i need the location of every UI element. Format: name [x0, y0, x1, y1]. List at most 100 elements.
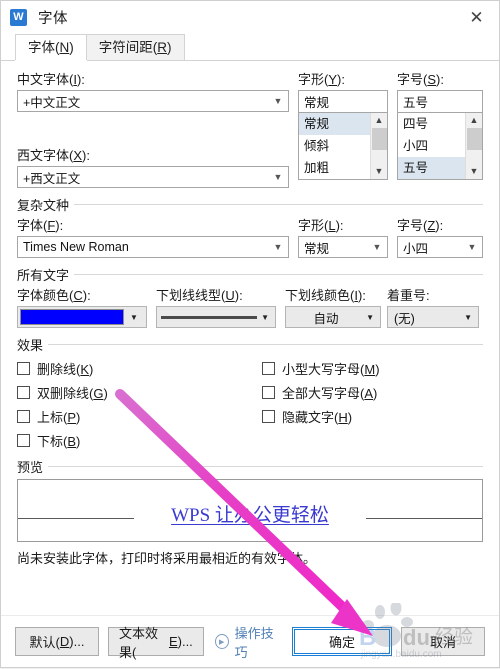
all-text-group-header: 所有文字 — [17, 267, 483, 283]
font-dialog: W 字体 ✕ 字体(N) 字符间距(R) 中文字体(I): +中文正文 ▼ 西文… — [0, 0, 500, 668]
scrollbar-thumb[interactable] — [371, 128, 387, 150]
font-color-label: 字体颜色(C): — [17, 288, 91, 303]
checkbox-box[interactable] — [17, 385, 30, 399]
checkbox-label: 全部大写字母(A) — [282, 385, 378, 401]
underline-color-value: 自动 — [313, 311, 339, 326]
scrollbar[interactable]: ▲ ▼ — [465, 113, 482, 179]
dialog-footer: 默认(D)... 文本效果(E)... ▶ 操作技巧 确定 取消 — [1, 615, 499, 667]
chevron-down-icon: ▼ — [273, 242, 283, 252]
font-color-button[interactable]: ▼ — [17, 306, 147, 328]
font-style-listbox[interactable]: 常规 倾斜 加粗 ▲ ▼ — [298, 112, 388, 180]
checkbox-box[interactable] — [17, 361, 30, 375]
chevron-down-icon: ▼ — [261, 312, 269, 322]
complex-size-combobox[interactable]: 小四 ▼ — [397, 236, 483, 258]
font-style-input[interactable]: 常规 — [298, 90, 388, 112]
chevron-down-icon: ▼ — [372, 242, 382, 252]
all-text-row: 字体颜色(C): ▼ 下划线线型(U): ▼ 下划线颜色(I): 自动 ▼ 着重… — [17, 288, 483, 328]
footer-actions: 确定 取消 — [292, 627, 485, 656]
emphasis-mark-label: 着重号: — [387, 288, 430, 303]
all-text-group: 所有文字 字体颜色(C): ▼ 下划线线型(U): ▼ 下划线颜色(I): 自动… — [17, 267, 483, 328]
checkbox-box[interactable] — [262, 361, 275, 375]
font-size-value: 五号 — [403, 96, 429, 110]
checkbox-small-caps[interactable]: 小型大写字母(M) — [262, 356, 472, 380]
preview-group: 预览 WPS 让办公更轻松 尚未安装此字体，打印时将采用最相近的有效字体。 — [17, 459, 483, 567]
complex-style-value: 常规 — [304, 241, 330, 256]
scrollbar[interactable]: ▲ ▼ — [370, 113, 387, 179]
font-not-installed-note: 尚未安装此字体，打印时将采用最相近的有效字体。 — [17, 551, 317, 566]
divider — [74, 274, 483, 275]
checkbox-label: 下标(B) — [37, 433, 81, 449]
emphasis-mark-combobox[interactable]: (无) ▼ — [387, 306, 479, 328]
preview-group-label: 预览 — [17, 460, 44, 475]
checkbox-double-strikethrough[interactable]: 双删除线(G) — [17, 380, 262, 404]
checkbox-superscript[interactable]: 上标(P) — [17, 404, 262, 428]
close-icon[interactable]: ✕ — [454, 1, 499, 34]
chevron-down-icon: ▼ — [464, 312, 472, 322]
text-effects-button[interactable]: 文本效果(E)... — [108, 626, 204, 660]
complex-font-combobox[interactable]: Times New Roman ▼ — [17, 236, 289, 258]
scroll-down-icon[interactable]: ▼ — [375, 164, 384, 179]
chevron-down-icon: ▼ — [467, 242, 477, 252]
checkbox-strikethrough[interactable]: 删除线(K) — [17, 356, 262, 380]
chinese-font-combobox[interactable]: +中文正文 ▼ — [17, 90, 289, 112]
effects-row: 删除线(K) 双删除线(G) 上标(P) 下标(B) 小型大写字母(M) 全部大… — [17, 356, 483, 452]
checkbox-subscript[interactable]: 下标(B) — [17, 428, 262, 452]
tab-character-spacing[interactable]: 字符间距(R) — [85, 34, 185, 60]
ok-button[interactable]: 确定 — [292, 627, 392, 656]
underline-sample — [161, 315, 257, 319]
chinese-font-value: +中文正文 — [23, 95, 81, 110]
preview-sample-text: WPS 让办公更轻松 — [134, 500, 366, 527]
tab-font[interactable]: 字体(N) — [15, 34, 87, 60]
checkbox-label: 上标(P) — [37, 409, 81, 425]
western-font-combobox[interactable]: +西文正文 ▼ — [17, 166, 289, 188]
checkbox-box[interactable] — [17, 409, 30, 423]
wps-logo-icon: W — [10, 9, 27, 26]
western-font-label: 西文字体(X): — [17, 148, 90, 163]
checkbox-all-caps[interactable]: 全部大写字母(A) — [262, 380, 472, 404]
complex-script-group: 复杂文种 字体(F): Times New Roman ▼ 字形(L): 常规 … — [17, 197, 483, 258]
complex-size-label: 字号(Z): — [397, 218, 444, 233]
default-button[interactable]: 默认(D)... — [15, 627, 99, 656]
underline-color-label: 下划线颜色(I): — [285, 288, 366, 303]
scrollbar-thumb[interactable] — [466, 128, 482, 150]
checkbox-label: 删除线(K) — [37, 361, 94, 377]
font-size-input[interactable]: 五号 — [397, 90, 483, 112]
complex-style-combobox[interactable]: 常规 ▼ — [298, 236, 388, 258]
checkbox-label: 隐藏文字(H) — [282, 409, 353, 425]
complex-font-label: 字体(F): — [17, 218, 64, 233]
scroll-down-icon[interactable]: ▼ — [470, 164, 479, 179]
cancel-button[interactable]: 取消 — [401, 627, 485, 656]
checkbox-hidden-text[interactable]: 隐藏文字(H) — [262, 404, 472, 428]
tab-strip: 字体(N) 字符间距(R) — [1, 34, 499, 61]
effects-group-label: 效果 — [17, 338, 44, 353]
font-size-listbox[interactable]: 四号 小四 五号 ▲ ▼ — [397, 112, 483, 180]
operation-tips-link[interactable]: ▶ 操作技巧 — [214, 623, 282, 661]
scroll-up-icon[interactable]: ▲ — [375, 113, 384, 128]
underline-color-combobox[interactable]: 自动 ▼ — [285, 306, 381, 328]
checkbox-box[interactable] — [17, 433, 30, 447]
scroll-up-icon[interactable]: ▲ — [470, 113, 479, 128]
chevron-down-icon[interactable]: ▼ — [124, 313, 144, 322]
all-text-group-label: 所有文字 — [17, 268, 70, 283]
checkbox-box[interactable] — [262, 409, 275, 423]
dialog-title: 字体 — [38, 11, 68, 27]
underline-style-combobox[interactable]: ▼ — [156, 306, 276, 328]
chevron-down-icon: ▼ — [366, 312, 374, 322]
font-preview-box: WPS 让办公更轻松 — [17, 479, 483, 542]
western-font-value: +西文正文 — [23, 171, 81, 186]
checkbox-box[interactable] — [262, 385, 275, 399]
checkbox-label: 双删除线(G) — [37, 385, 108, 401]
complex-script-group-label: 复杂文种 — [17, 198, 70, 213]
complex-script-row: 字体(F): Times New Roman ▼ 字形(L): 常规 ▼ 字号(… — [17, 218, 483, 258]
complex-size-value: 小四 — [403, 241, 429, 256]
title-bar: W 字体 ✕ — [1, 1, 499, 34]
chevron-down-icon: ▼ — [273, 172, 283, 182]
chevron-down-icon: ▼ — [273, 96, 283, 106]
font-color-swatch — [20, 309, 124, 325]
font-style-value: 常规 — [304, 96, 330, 110]
divider — [48, 466, 483, 467]
font-selection-row: 中文字体(I): +中文正文 ▼ 西文字体(X): +西文正文 ▼ 字形(Y):… — [17, 72, 483, 188]
complex-font-value: Times New Roman — [23, 240, 129, 254]
complex-style-label: 字形(L): — [298, 218, 344, 233]
checkbox-label: 小型大写字母(M) — [282, 361, 380, 377]
